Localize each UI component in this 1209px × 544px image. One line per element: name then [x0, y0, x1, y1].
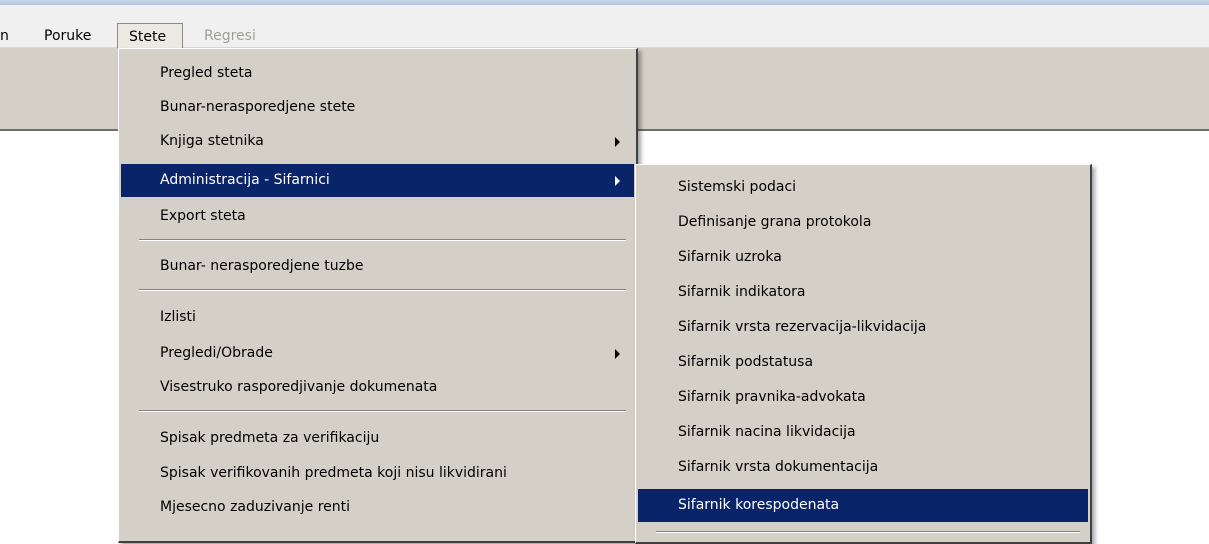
menu-item-label: Knjiga stetnika [160, 133, 264, 149]
menu-item-label: Spisak predmeta za verifikaciju [160, 430, 380, 446]
menu-item-label: Izlisti [160, 309, 196, 325]
menu-item-export-steta[interactable]: Export steta [121, 200, 634, 233]
menu-item-label: Pregled steta [160, 65, 253, 81]
submenu-arrow-icon [615, 349, 620, 359]
submenu-item-sifarnik-nacina-likvidacija[interactable]: Sifarnik nacina likvidacija [638, 416, 1088, 449]
menu-item-label: Administracija - Sifarnici [160, 172, 330, 188]
menu-item-knjiga-stetnika[interactable]: Knjiga stetnika [121, 125, 634, 158]
submenu-item-sifarnik-vrsta-rezervacija[interactable]: Sifarnik vrsta rezervacija-likvidacija [638, 311, 1088, 344]
submenu-item-sifarnik-korespodenata[interactable]: Sifarnik korespodenata [638, 489, 1088, 522]
menubar-item-stete[interactable]: Stete [117, 23, 183, 50]
menu-separator [139, 410, 626, 412]
menu-item-label: Sifarnik indikatora [678, 284, 806, 300]
menu-item-bunar-nerasporedjene-tuzbe[interactable]: Bunar- nerasporedjene tuzbe [121, 250, 634, 283]
menu-item-label: Spisak verifikovanih predmeta koji nisu … [160, 465, 507, 481]
menu-item-label: Sifarnik korespodenata [678, 497, 840, 513]
menu-separator [139, 239, 626, 241]
submenu-arrow-icon [615, 176, 620, 186]
menu-item-label: Visestruko rasporedjivanje dokumenata [160, 379, 438, 395]
menu-item-administracija-sifarnici[interactable]: Administracija - Sifarnici [121, 164, 634, 197]
menu-item-label: Bunar-nerasporedjene stete [160, 99, 356, 115]
menu-item-label: Sifarnik uzroka [678, 249, 782, 265]
menu-separator [656, 531, 1080, 533]
menu-item-label: Sifarnik nacina likvidacija [678, 424, 856, 440]
menubar-item-partial[interactable]: n [0, 23, 14, 50]
submenu-item-sifarnik-podstatusa[interactable]: Sifarnik podstatusa [638, 346, 1088, 379]
submenu-item-sifarnik-uzroka[interactable]: Sifarnik uzroka [638, 241, 1088, 274]
menu-item-label: Mjesecno zaduzivanje renti [160, 499, 351, 515]
stete-menu: Pregled steta Bunar-nerasporedjene stete… [118, 48, 638, 543]
menu-item-label: Sifarnik vrsta dokumentacija [678, 459, 879, 475]
menu-item-spisak-predmeta-za-verifikaciju[interactable]: Spisak predmeta za verifikaciju [121, 422, 634, 455]
menu-item-label: Definisanje grana protokola [678, 214, 872, 230]
menu-item-label: Sifarnik vrsta rezervacija-likvidacija [678, 319, 927, 335]
submenu-arrow-icon [615, 137, 620, 147]
menu-item-label: Pregledi/Obrade [160, 345, 273, 361]
submenu-item-sifarnik-vrsta-dokumentacija[interactable]: Sifarnik vrsta dokumentacija [638, 451, 1088, 484]
menu-item-visestruko-rasporedjivanje[interactable]: Visestruko rasporedjivanje dokumenata [121, 371, 634, 404]
menu-bar: n Poruke Stete Regresi [0, 5, 1209, 50]
menu-item-pregledi-obrade[interactable]: Pregledi/Obrade [121, 337, 634, 370]
submenu-item-definisanje-grana-protokola[interactable]: Definisanje grana protokola [638, 206, 1088, 239]
menubar-item-regresi: Regresi [204, 28, 256, 44]
sifarnici-submenu: Sistemski podaci Definisanje grana proto… [635, 164, 1092, 544]
menu-separator [139, 289, 626, 291]
menu-item-izlisti[interactable]: Izlisti [121, 301, 634, 334]
menu-item-label: Sistemski podaci [678, 179, 797, 195]
menu-item-bunar-nerasporedjene-stete[interactable]: Bunar-nerasporedjene stete [121, 91, 634, 124]
menu-item-spisak-verifikovanih-predmeta[interactable]: Spisak verifikovanih predmeta koji nisu … [121, 457, 634, 490]
submenu-item-sifarnik-indikatora[interactable]: Sifarnik indikatora [638, 276, 1088, 309]
submenu-item-sistemski-podaci[interactable]: Sistemski podaci [638, 171, 1088, 204]
menubar-item-poruke[interactable]: Poruke [35, 23, 115, 50]
menu-item-label: Sifarnik podstatusa [678, 354, 814, 370]
submenu-item-sifarnik-pravnika-advokata[interactable]: Sifarnik pravnika-advokata [638, 381, 1088, 414]
menu-item-pregled-steta[interactable]: Pregled steta [121, 57, 634, 90]
menu-item-label: Bunar- nerasporedjene tuzbe [160, 258, 364, 274]
menu-item-label: Export steta [160, 208, 246, 224]
menu-item-mjesecno-zaduzivanje-renti[interactable]: Mjesecno zaduzivanje renti [121, 491, 634, 524]
menu-item-label: Sifarnik pravnika-advokata [678, 389, 866, 405]
